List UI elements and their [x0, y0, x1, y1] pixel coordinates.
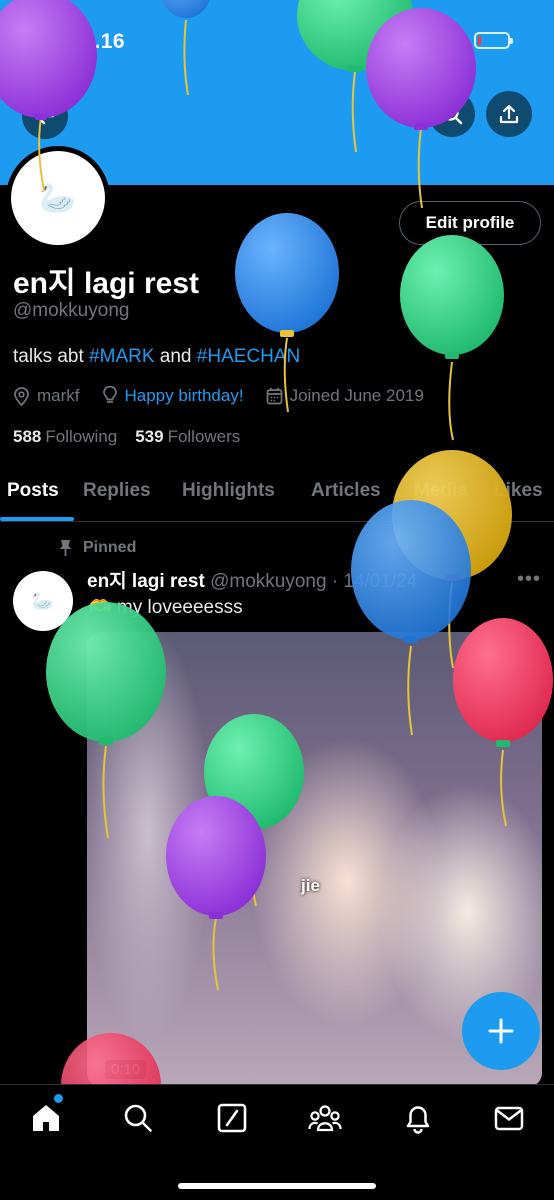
status-bar: 00.16 4G	[0, 0, 554, 86]
tab-highlights[interactable]: Highlights	[182, 480, 275, 502]
more-options-icon[interactable]: •••	[517, 568, 541, 591]
back-button[interactable]	[22, 93, 68, 139]
status-time: 00.16	[70, 30, 126, 53]
followers-count: 539	[135, 427, 164, 446]
follow-stats: 588 Following 539 Followers	[13, 427, 240, 447]
edit-profile-button[interactable]: Edit profile	[399, 201, 541, 245]
search-icon	[442, 104, 463, 125]
post-header: en지 lagi rest @mokkuyong · 14/01/24	[87, 566, 417, 593]
website-link[interactable]: Happy birthday!	[125, 386, 244, 406]
messages-icon	[494, 1106, 524, 1131]
location-text: markf	[37, 386, 80, 405]
tab-likes[interactable]: Likes	[494, 480, 543, 502]
home-notification-dot	[54, 1094, 63, 1103]
home-indicator[interactable]	[178, 1183, 376, 1189]
grok-icon	[217, 1103, 247, 1133]
pinned-label: Pinned	[83, 539, 137, 556]
network-type: 4G	[439, 30, 464, 50]
swan-emoji: 🦢	[39, 181, 77, 215]
notifications-icon	[406, 1106, 430, 1134]
swan-emoji: 🦢	[31, 590, 55, 611]
pinned-indicator: Pinned	[58, 539, 136, 557]
signal-icon	[408, 32, 434, 50]
nav-home[interactable]	[29, 1101, 63, 1135]
tab-media[interactable]: Media	[414, 480, 468, 502]
location-pin-icon	[14, 386, 29, 406]
followers-stat[interactable]: 539 Followers	[135, 427, 240, 447]
hashtag-haechan[interactable]: #HAECHAN	[197, 346, 300, 367]
location: markf	[13, 386, 80, 406]
profile-meta: markf Happy birthday! Joined June 2019	[13, 386, 446, 406]
video-duration: 0:10	[105, 1060, 147, 1079]
profile-name: en지 lagi rest	[13, 267, 199, 300]
post-author-handle: @mokkuyong · 14/01/24	[210, 571, 418, 592]
lightbulb-icon	[102, 386, 117, 403]
video-caption: jie	[301, 876, 320, 895]
share-icon	[499, 104, 519, 124]
post-text: 🫶 my loveeeesss	[88, 597, 243, 618]
tab-posts[interactable]: Posts	[7, 480, 59, 502]
balloon-blue	[235, 213, 339, 413]
hashtag-mark[interactable]: #MARK	[89, 346, 154, 367]
following-stat[interactable]: 588 Following	[13, 427, 117, 447]
profile-bio: talks abt #MARK and #HAECHAN	[13, 346, 300, 368]
profile-tabs: Posts Replies Highlights Articles Media …	[0, 470, 554, 522]
compose-button[interactable]	[462, 992, 540, 1070]
status-indicators: 4G	[408, 30, 513, 51]
balloon-green	[400, 235, 504, 441]
home-icon	[33, 1105, 59, 1131]
post-avatar[interactable]: 🦢	[13, 571, 73, 631]
communities-icon	[308, 1105, 342, 1132]
following-count: 588	[13, 427, 42, 446]
following-label: Following	[45, 427, 118, 446]
pin-icon	[59, 540, 72, 556]
tab-articles[interactable]: Articles	[311, 480, 381, 502]
post-author-name[interactable]: en지 lagi rest	[87, 571, 205, 592]
nav-grok[interactable]	[215, 1101, 249, 1135]
tab-replies[interactable]: Replies	[83, 480, 151, 502]
battery-level	[478, 36, 481, 45]
battery-icon	[474, 32, 513, 49]
profile-handle: @mokkuyong	[13, 300, 130, 321]
nav-messages[interactable]	[492, 1101, 526, 1135]
search-button[interactable]	[429, 91, 475, 137]
joined-text: Joined June 2019	[289, 386, 424, 405]
nav-communities[interactable]	[308, 1101, 342, 1135]
website[interactable]: Happy birthday!	[102, 386, 244, 406]
joined-date: Joined June 2019	[266, 386, 424, 406]
search-icon	[124, 1104, 152, 1132]
bio-text: talks abt	[13, 346, 90, 367]
active-tab-indicator	[0, 517, 74, 521]
calendar-icon	[266, 388, 282, 405]
followers-label: Followers	[167, 427, 241, 446]
nav-notifications[interactable]	[401, 1101, 435, 1135]
share-button[interactable]	[486, 91, 532, 137]
nav-search[interactable]	[121, 1101, 155, 1135]
bio-text: and	[154, 346, 197, 367]
profile-avatar[interactable]: 🦢	[6, 146, 110, 250]
back-arrow-icon	[35, 107, 55, 125]
plus-icon	[488, 1018, 514, 1044]
